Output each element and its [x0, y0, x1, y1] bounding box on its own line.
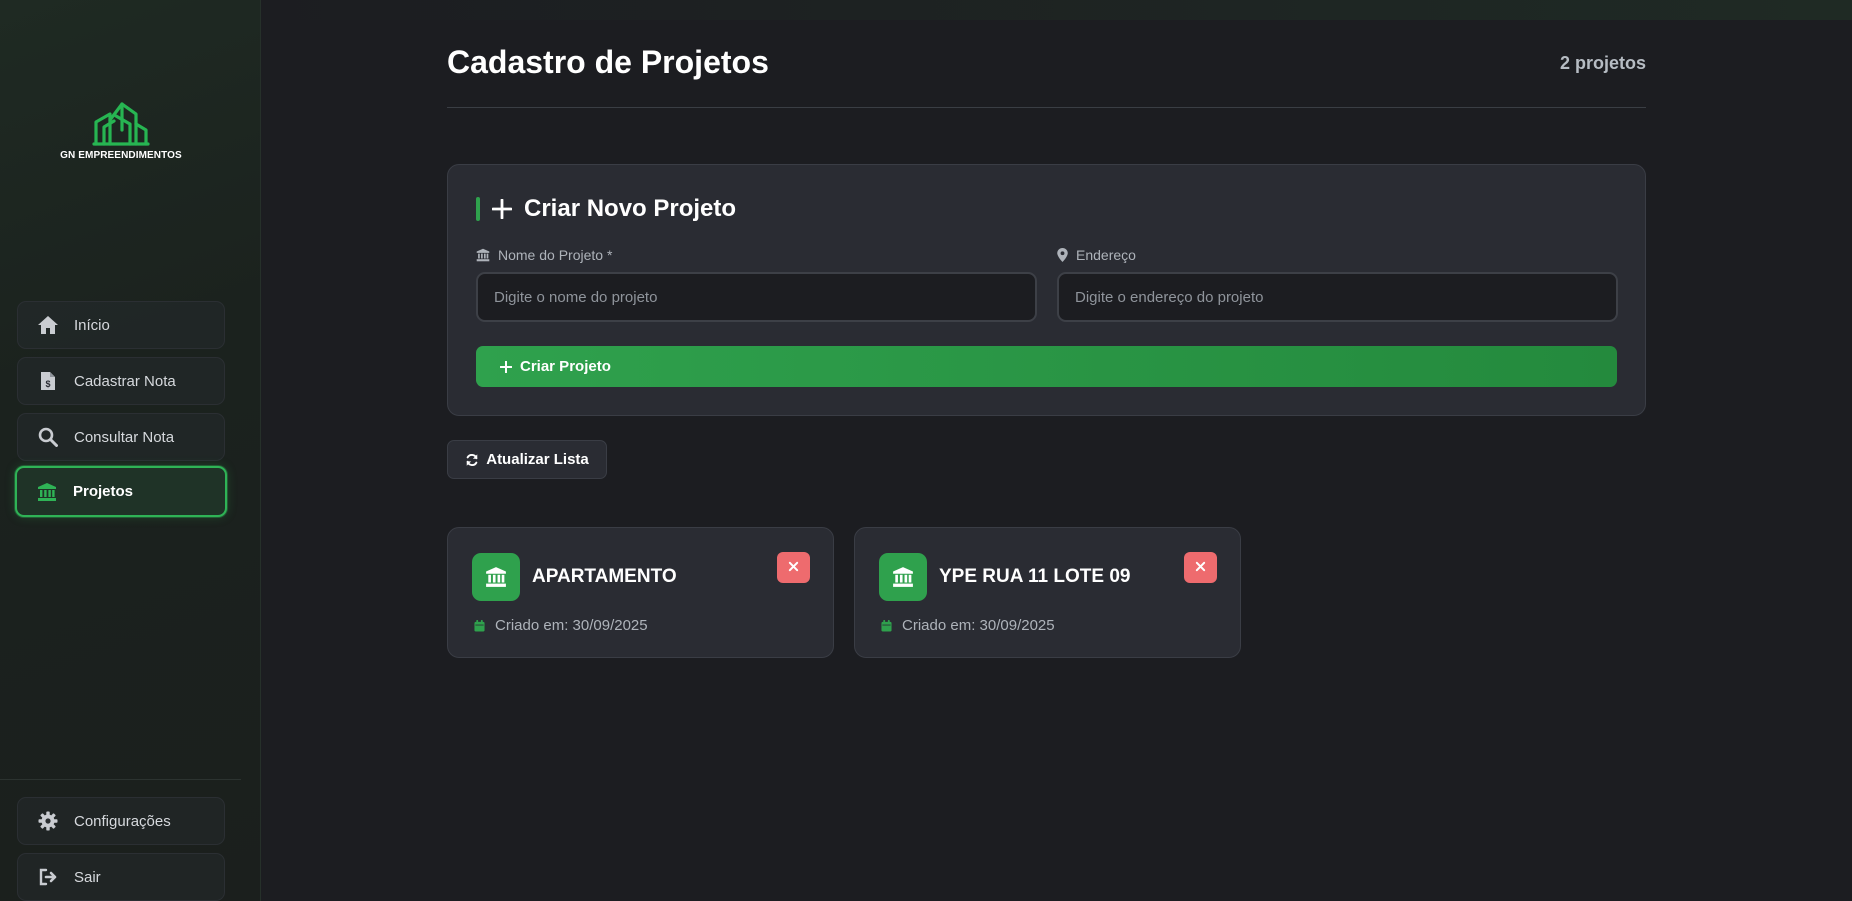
sidebar-item-configuracoes[interactable]: Configurações: [17, 797, 225, 845]
sign-out-icon: [37, 866, 59, 888]
close-icon: [1195, 559, 1206, 577]
sidebar-item-consultar-nota[interactable]: Consultar Nota: [17, 413, 225, 461]
project-created-date: Criado em: 30/09/2025: [474, 617, 648, 634]
plus-icon: [500, 360, 512, 373]
close-icon: [788, 559, 799, 577]
project-created-date: Criado em: 30/09/2025: [881, 617, 1055, 634]
bank-icon: [879, 553, 927, 601]
sidebar-item-sair[interactable]: Sair: [17, 853, 225, 901]
calendar-icon: [474, 619, 485, 632]
home-icon: [37, 314, 59, 336]
create-project-card: Criar Novo Projeto Nome do Projeto * End…: [447, 164, 1646, 416]
sidebar-item-inicio[interactable]: Início: [17, 301, 225, 349]
project-name-input[interactable]: [476, 272, 1037, 322]
project-created-text: Criado em: 30/09/2025: [902, 617, 1055, 634]
sidebar-item-label: Configurações: [74, 812, 171, 830]
project-created-text: Criado em: 30/09/2025: [495, 617, 648, 634]
calendar-icon: [881, 619, 892, 632]
sidebar-item-projetos[interactable]: Projetos: [15, 466, 227, 517]
project-name: YPE RUA 11 LOTE 09: [939, 566, 1131, 587]
create-project-heading-text: Criar Novo Projeto: [524, 195, 737, 222]
refresh-icon: [465, 453, 479, 467]
app-root: GN EMPREENDIMENTOS Início $ Cadastrar No…: [0, 0, 1852, 901]
address-label-text: Endereço: [1076, 247, 1136, 263]
delete-project-button[interactable]: [777, 552, 810, 583]
refresh-list-button-label: Atualizar Lista: [486, 451, 589, 468]
create-project-button-label: Criar Projeto: [520, 358, 611, 375]
building-logo-icon: [92, 102, 150, 146]
delete-project-button[interactable]: [1184, 552, 1217, 583]
refresh-list-button[interactable]: Atualizar Lista: [447, 440, 607, 479]
sidebar-divider: [0, 779, 241, 780]
sidebar: GN EMPREENDIMENTOS Início $ Cadastrar No…: [0, 0, 261, 901]
top-glow: [262, 0, 1852, 20]
project-name-label: Nome do Projeto *: [476, 247, 612, 263]
file-invoice-icon: $: [37, 370, 59, 392]
address-input[interactable]: [1057, 272, 1618, 322]
map-pin-icon: [1057, 248, 1068, 262]
create-project-heading: Criar Novo Projeto: [476, 195, 736, 223]
sidebar-item-label: Início: [74, 316, 110, 334]
bank-icon: [472, 553, 520, 601]
address-label: Endereço: [1057, 247, 1136, 263]
gear-icon: [37, 810, 59, 832]
project-count: 2 projetos: [1559, 53, 1646, 73]
sidebar-item-label: Sair: [74, 868, 101, 886]
brand-logo: GN EMPREENDIMENTOS: [60, 100, 182, 161]
project-name-label-text: Nome do Projeto *: [498, 247, 613, 263]
sidebar-item-label: Projetos: [73, 483, 134, 500]
search-icon: [37, 426, 59, 448]
create-project-button[interactable]: Criar Projeto: [476, 346, 1617, 387]
plus-icon: [492, 199, 512, 219]
project-card[interactable]: YPE RUA 11 LOTE 09 Criado em: 30/09/2025: [854, 527, 1241, 658]
page-title: Cadastro de Projetos: [447, 44, 769, 80]
sidebar-item-cadastrar-nota[interactable]: $ Cadastrar Nota: [17, 357, 225, 405]
bank-icon: [36, 481, 58, 503]
title-divider: [447, 107, 1646, 108]
bank-icon: [476, 248, 490, 262]
sidebar-item-label: Consultar Nota: [74, 428, 175, 446]
project-name: APARTAMENTO: [532, 566, 677, 587]
sidebar-item-label: Cadastrar Nota: [74, 372, 176, 390]
svg-text:$: $: [45, 379, 50, 389]
heading-accent-bar: [476, 197, 480, 221]
brand-name: GN EMPREENDIMENTOS: [60, 150, 182, 161]
project-card[interactable]: APARTAMENTO Criado em: 30/09/2025: [447, 527, 834, 658]
